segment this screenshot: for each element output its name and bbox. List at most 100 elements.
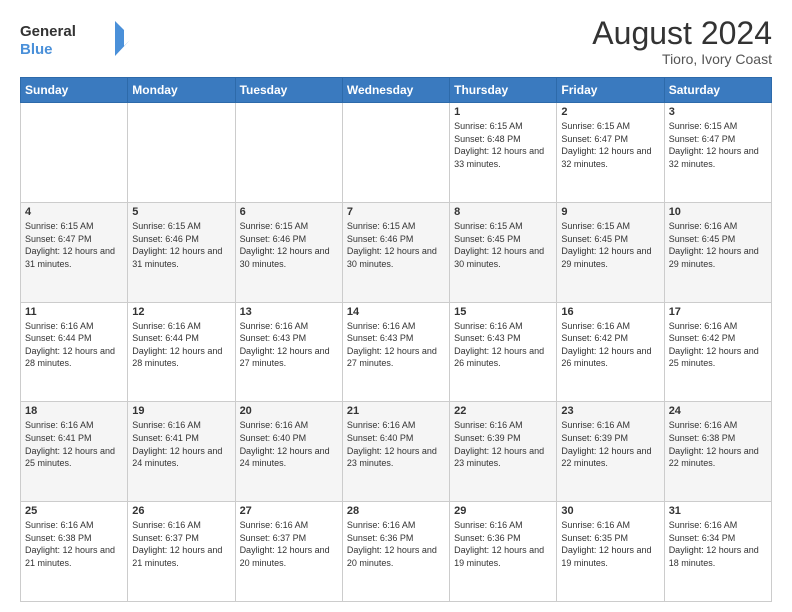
main-title: August 2024 [592, 16, 772, 51]
day-info: Sunrise: 6:16 AM Sunset: 6:37 PM Dayligh… [240, 519, 338, 569]
day-number: 8 [454, 206, 552, 218]
header-wednesday: Wednesday [342, 78, 449, 103]
calendar-cell-4-5: 30 Sunrise: 6:16 AM Sunset: 6:35 PM Dayli… [557, 502, 664, 602]
calendar-cell-4-1: 26 Sunrise: 6:16 AM Sunset: 6:37 PM Dayli… [128, 502, 235, 602]
calendar-week-4: 18 Sunrise: 6:16 AM Sunset: 6:41 PM Dayli… [21, 402, 772, 502]
day-info: Sunrise: 6:16 AM Sunset: 6:38 PM Dayligh… [669, 419, 767, 469]
day-info: Sunrise: 6:16 AM Sunset: 6:38 PM Dayligh… [25, 519, 123, 569]
day-number: 11 [25, 306, 123, 318]
svg-text:Blue: Blue [20, 41, 53, 58]
calendar-cell-2-0: 11 Sunrise: 6:16 AM Sunset: 6:44 PM Dayli… [21, 302, 128, 402]
day-number: 6 [240, 206, 338, 218]
calendar-cell-1-0: 4Sunrise: 6:15 AM Sunset: 6:47 PM Daylig… [21, 202, 128, 302]
day-info: Sunrise: 6:16 AM Sunset: 6:45 PM Dayligh… [669, 220, 767, 270]
day-number: 21 [347, 405, 445, 417]
calendar-header-row: Sunday Monday Tuesday Wednesday Thursday… [21, 78, 772, 103]
day-number: 19 [132, 405, 230, 417]
day-number: 27 [240, 505, 338, 517]
day-info: Sunrise: 6:16 AM Sunset: 6:39 PM Dayligh… [454, 419, 552, 469]
calendar-cell-2-4: 15 Sunrise: 6:16 AM Sunset: 6:43 PM Dayli… [450, 302, 557, 402]
day-number: 2 [561, 106, 659, 118]
calendar-cell-4-3: 28 Sunrise: 6:16 AM Sunset: 6:36 PM Dayli… [342, 502, 449, 602]
subtitle: Tioro, Ivory Coast [592, 51, 772, 67]
day-number: 9 [561, 206, 659, 218]
day-info: Sunrise: 6:16 AM Sunset: 6:36 PM Dayligh… [454, 519, 552, 569]
day-info: Sunrise: 6:16 AM Sunset: 6:42 PM Dayligh… [561, 320, 659, 370]
day-number: 15 [454, 306, 552, 318]
day-number: 14 [347, 306, 445, 318]
day-number: 7 [347, 206, 445, 218]
day-info: Sunrise: 6:16 AM Sunset: 6:43 PM Dayligh… [240, 320, 338, 370]
day-info: Sunrise: 6:15 AM Sunset: 6:46 PM Dayligh… [347, 220, 445, 270]
day-info: Sunrise: 6:15 AM Sunset: 6:46 PM Dayligh… [132, 220, 230, 270]
day-number: 24 [669, 405, 767, 417]
day-info: Sunrise: 6:16 AM Sunset: 6:43 PM Dayligh… [347, 320, 445, 370]
day-info: Sunrise: 6:16 AM Sunset: 6:36 PM Dayligh… [347, 519, 445, 569]
day-info: Sunrise: 6:16 AM Sunset: 6:41 PM Dayligh… [132, 419, 230, 469]
day-info: Sunrise: 6:16 AM Sunset: 6:34 PM Dayligh… [669, 519, 767, 569]
calendar-cell-1-4: 8 Sunrise: 6:15 AM Sunset: 6:45 PM Daylig… [450, 202, 557, 302]
calendar-cell-2-5: 16 Sunrise: 6:16 AM Sunset: 6:42 PM Dayli… [557, 302, 664, 402]
calendar-cell-2-6: 17Sunrise: 6:16 AM Sunset: 6:42 PM Dayli… [664, 302, 771, 402]
day-info: Sunrise: 6:15 AM Sunset: 6:47 PM Dayligh… [561, 120, 659, 170]
calendar-cell-3-2: 20Sunrise: 6:16 AM Sunset: 6:40 PM Dayli… [235, 402, 342, 502]
calendar-week-3: 11 Sunrise: 6:16 AM Sunset: 6:44 PM Dayli… [21, 302, 772, 402]
calendar-cell-4-6: 31 Sunrise: 6:16 AM Sunset: 6:34 PM Dayli… [664, 502, 771, 602]
day-number: 30 [561, 505, 659, 517]
day-info: Sunrise: 6:16 AM Sunset: 6:35 PM Dayligh… [561, 519, 659, 569]
title-block: August 2024 Tioro, Ivory Coast [592, 16, 772, 67]
calendar-cell-0-3 [342, 103, 449, 203]
calendar-cell-2-3: 14 Sunrise: 6:16 AM Sunset: 6:43 PM Dayli… [342, 302, 449, 402]
calendar-cell-1-6: 10 Sunrise: 6:16 AM Sunset: 6:45 PM Dayli… [664, 202, 771, 302]
day-number: 17 [669, 306, 767, 318]
day-number: 13 [240, 306, 338, 318]
day-number: 22 [454, 405, 552, 417]
header-friday: Friday [557, 78, 664, 103]
header: General Blue August 2024 Tioro, Ivory Co… [20, 16, 772, 67]
calendar-week-2: 4Sunrise: 6:15 AM Sunset: 6:47 PM Daylig… [21, 202, 772, 302]
logo-svg: General Blue [20, 16, 130, 60]
day-info: Sunrise: 6:16 AM Sunset: 6:40 PM Dayligh… [347, 419, 445, 469]
calendar-cell-2-2: 13 Sunrise: 6:16 AM Sunset: 6:43 PM Dayli… [235, 302, 342, 402]
day-number: 12 [132, 306, 230, 318]
calendar-cell-4-4: 29Sunrise: 6:16 AM Sunset: 6:36 PM Dayli… [450, 502, 557, 602]
day-info: Sunrise: 6:16 AM Sunset: 6:43 PM Dayligh… [454, 320, 552, 370]
day-number: 5 [132, 206, 230, 218]
calendar-cell-0-5: 2 Sunrise: 6:15 AM Sunset: 6:47 PM Daylig… [557, 103, 664, 203]
calendar-cell-0-4: 1Sunrise: 6:15 AM Sunset: 6:48 PM Daylig… [450, 103, 557, 203]
logo: General Blue [20, 16, 130, 60]
calendar-cell-3-1: 19 Sunrise: 6:16 AM Sunset: 6:41 PM Dayli… [128, 402, 235, 502]
day-info: Sunrise: 6:16 AM Sunset: 6:44 PM Dayligh… [132, 320, 230, 370]
day-number: 28 [347, 505, 445, 517]
calendar-cell-1-5: 9Sunrise: 6:15 AM Sunset: 6:45 PM Daylig… [557, 202, 664, 302]
header-thursday: Thursday [450, 78, 557, 103]
day-number: 23 [561, 405, 659, 417]
page: General Blue August 2024 Tioro, Ivory Co… [0, 0, 792, 612]
calendar-cell-3-0: 18Sunrise: 6:16 AM Sunset: 6:41 PM Dayli… [21, 402, 128, 502]
calendar-cell-2-1: 12 Sunrise: 6:16 AM Sunset: 6:44 PM Dayli… [128, 302, 235, 402]
calendar-cell-3-4: 22 Sunrise: 6:16 AM Sunset: 6:39 PM Dayli… [450, 402, 557, 502]
calendar-cell-3-3: 21 Sunrise: 6:16 AM Sunset: 6:40 PM Dayli… [342, 402, 449, 502]
day-number: 16 [561, 306, 659, 318]
calendar-cell-0-6: 3Sunrise: 6:15 AM Sunset: 6:47 PM Daylig… [664, 103, 771, 203]
calendar-week-5: 25 Sunrise: 6:16 AM Sunset: 6:38 PM Dayli… [21, 502, 772, 602]
day-info: Sunrise: 6:16 AM Sunset: 6:44 PM Dayligh… [25, 320, 123, 370]
calendar-cell-3-5: 23Sunrise: 6:16 AM Sunset: 6:39 PM Dayli… [557, 402, 664, 502]
calendar-table: Sunday Monday Tuesday Wednesday Thursday… [20, 77, 772, 602]
day-number: 3 [669, 106, 767, 118]
header-tuesday: Tuesday [235, 78, 342, 103]
day-number: 25 [25, 505, 123, 517]
header-saturday: Saturday [664, 78, 771, 103]
calendar-cell-4-2: 27 Sunrise: 6:16 AM Sunset: 6:37 PM Dayli… [235, 502, 342, 602]
day-info: Sunrise: 6:15 AM Sunset: 6:46 PM Dayligh… [240, 220, 338, 270]
day-info: Sunrise: 6:15 AM Sunset: 6:45 PM Dayligh… [454, 220, 552, 270]
day-number: 26 [132, 505, 230, 517]
calendar-cell-4-0: 25 Sunrise: 6:16 AM Sunset: 6:38 PM Dayli… [21, 502, 128, 602]
calendar-cell-0-2 [235, 103, 342, 203]
calendar-week-1: 1Sunrise: 6:15 AM Sunset: 6:48 PM Daylig… [21, 103, 772, 203]
day-number: 18 [25, 405, 123, 417]
day-number: 31 [669, 505, 767, 517]
calendar-cell-1-2: 6 Sunrise: 6:15 AM Sunset: 6:46 PM Daylig… [235, 202, 342, 302]
day-info: Sunrise: 6:16 AM Sunset: 6:37 PM Dayligh… [132, 519, 230, 569]
day-number: 10 [669, 206, 767, 218]
